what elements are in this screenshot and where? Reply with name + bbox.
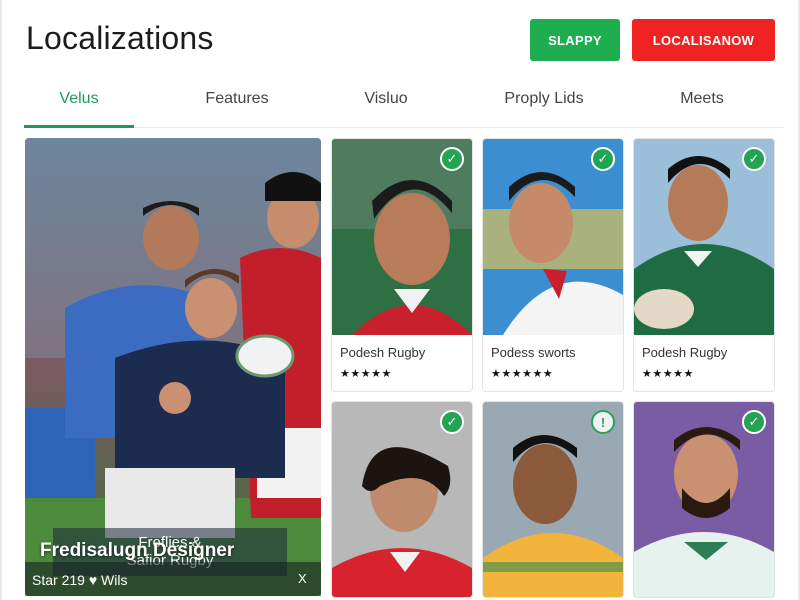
featured-meta: Star 219 ♥ Wils bbox=[32, 572, 128, 588]
active-tab-indicator bbox=[24, 125, 134, 128]
rating-stars: ★★★★★ bbox=[642, 368, 694, 380]
featured-title: Fredisalugn Designer bbox=[40, 540, 235, 561]
profile-name: Podess sworts bbox=[491, 345, 576, 360]
app-window: Localizations SLAPPY LOCALISANOW Velus F… bbox=[0, 0, 800, 600]
verified-check-icon[interactable]: ✓ bbox=[591, 147, 615, 171]
tab-velus[interactable]: Velus bbox=[38, 90, 120, 108]
featured-card[interactable]: Froflies & Safior Rugby bbox=[25, 138, 321, 596]
rating-stars: ★★★★★★ bbox=[491, 368, 554, 380]
alert-check-icon[interactable]: ! bbox=[591, 410, 615, 434]
tab-meets[interactable]: Meets bbox=[670, 90, 734, 108]
profile-card[interactable]: ✓ Podesh Rugby ★★★★★ bbox=[633, 138, 775, 392]
profile-name: Podesh Rugby bbox=[340, 345, 426, 360]
profile-name: Podesh Rugby bbox=[642, 345, 728, 360]
tab-bar: Velus Features Visluo Proply Lids Meets bbox=[24, 82, 784, 128]
rating-stars: ★★★★★ bbox=[340, 368, 392, 380]
profile-card[interactable]: ! bbox=[482, 401, 624, 598]
profile-card[interactable]: ✓ bbox=[633, 401, 775, 598]
header: Localizations SLAPPY LOCALISANOW bbox=[2, 0, 800, 80]
profile-card[interactable]: ✓ Podesh Rugby ★★★★★ bbox=[331, 138, 473, 392]
profile-card[interactable]: ✓ Podess sworts ★★★★★★ bbox=[482, 138, 624, 392]
localise-now-button[interactable]: LOCALISANOW bbox=[632, 19, 775, 61]
slappy-button[interactable]: SLAPPY bbox=[530, 19, 620, 61]
tab-proply-lids[interactable]: Proply Lids bbox=[494, 90, 594, 108]
tab-visluo[interactable]: Visluo bbox=[350, 90, 422, 108]
featured-close-icon[interactable]: X bbox=[298, 571, 307, 586]
tab-features[interactable]: Features bbox=[192, 90, 282, 108]
verified-check-icon[interactable]: ✓ bbox=[742, 410, 766, 434]
page-title: Localizations bbox=[26, 20, 214, 56]
verified-check-icon[interactable]: ✓ bbox=[440, 410, 464, 434]
verified-check-icon[interactable]: ✓ bbox=[440, 147, 464, 171]
verified-check-icon[interactable]: ✓ bbox=[742, 147, 766, 171]
profile-card[interactable]: ✓ bbox=[331, 401, 473, 598]
